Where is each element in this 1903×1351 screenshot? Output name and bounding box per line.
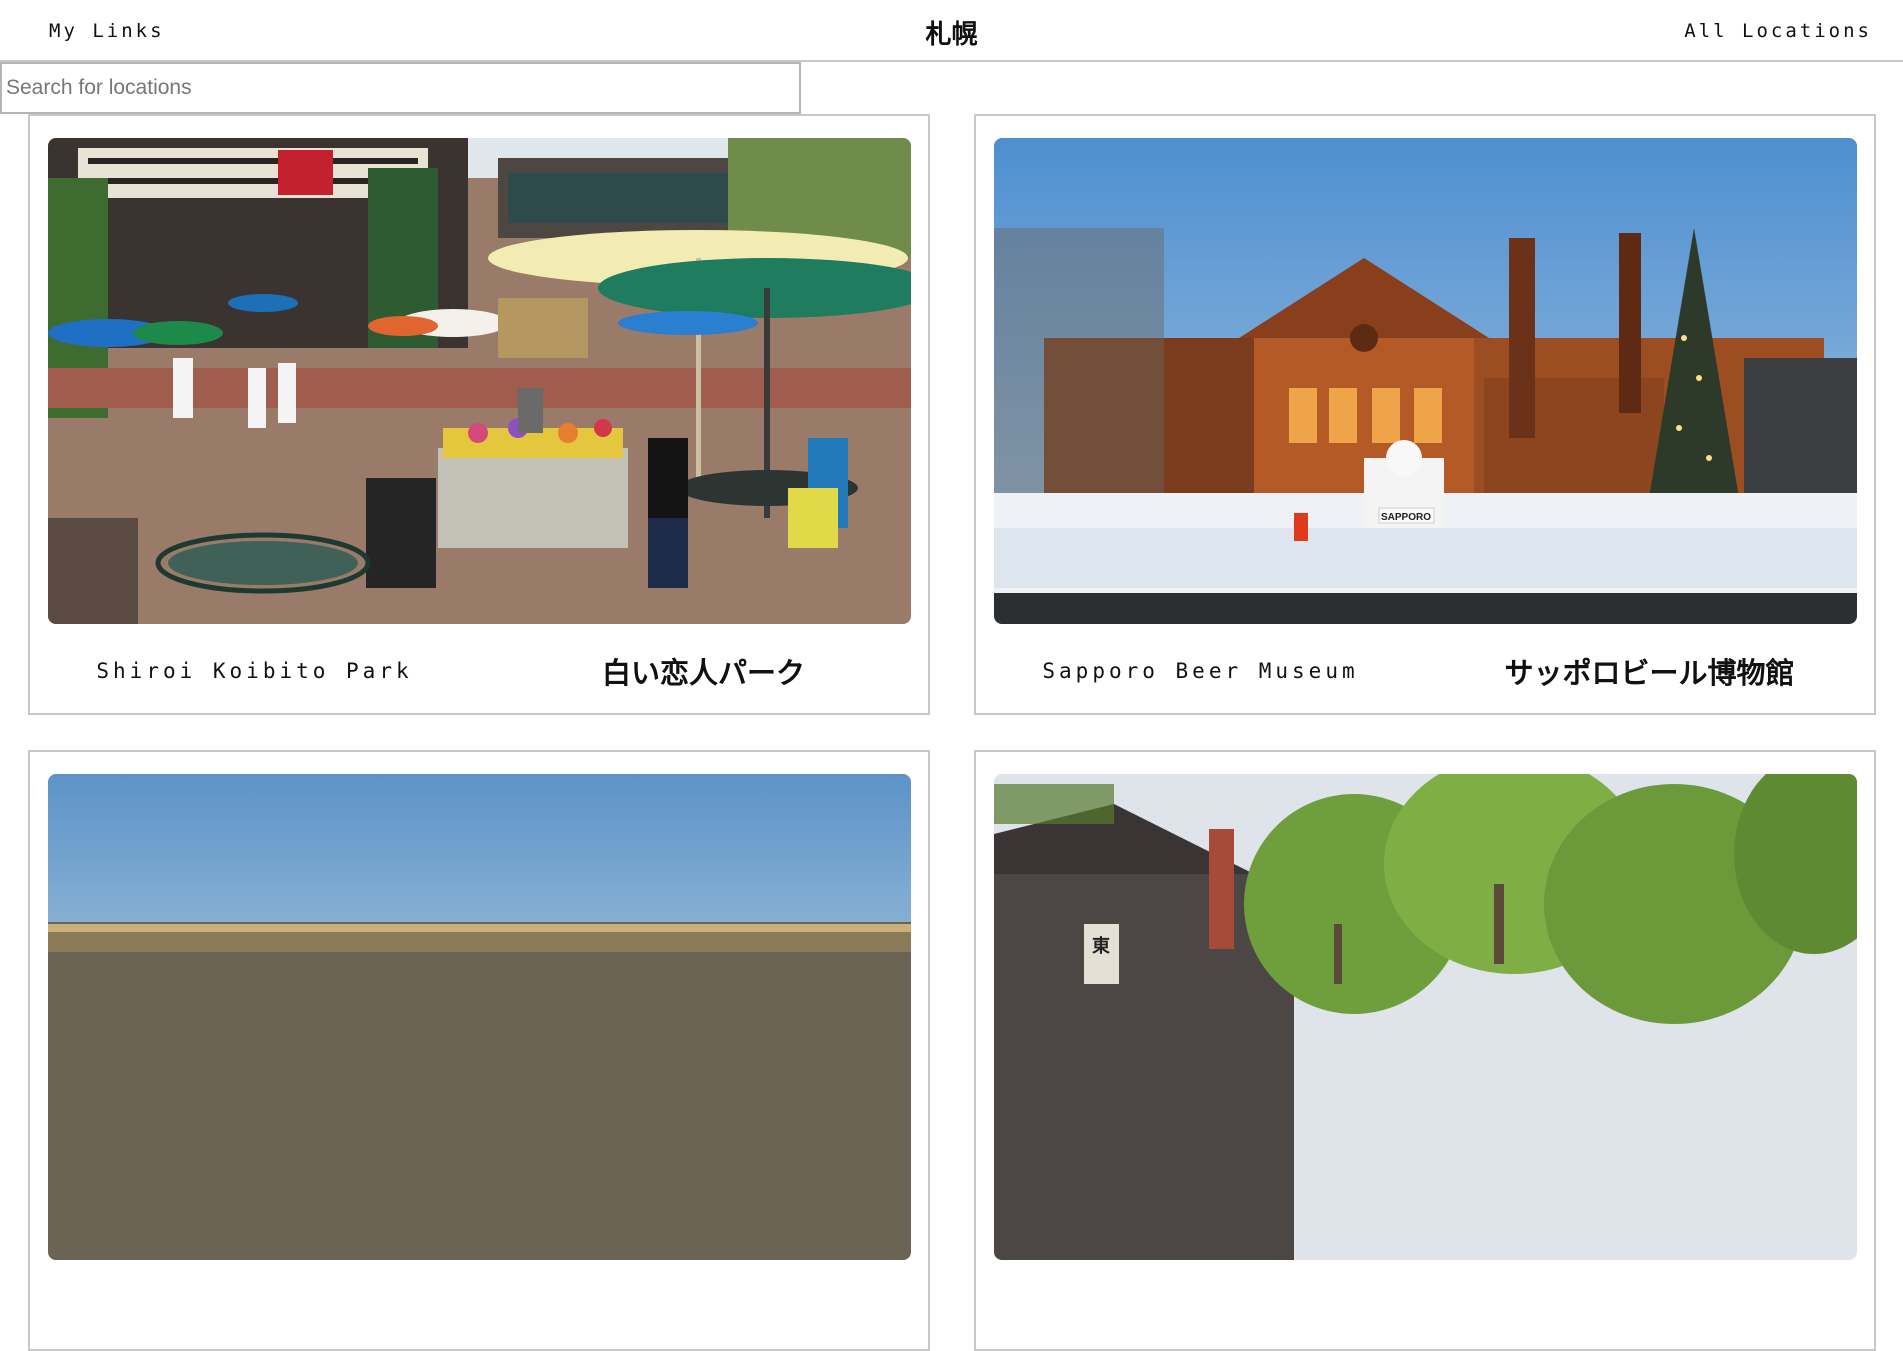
sign-character: 東 (1092, 935, 1110, 957)
brick-museum-snow-photo: SAPPORO (994, 138, 1857, 624)
search-input[interactable] (0, 62, 801, 114)
location-card-4[interactable]: 東 (974, 750, 1876, 1351)
all-locations-link[interactable]: All Locations (1684, 20, 1872, 42)
page-title: 札幌 (925, 20, 978, 50)
location-card-sapporo-beer-museum[interactable]: SAPPORO Sapporo Beer Museum サッポロビール博物館 (974, 114, 1876, 715)
location-name-ja: 白い恋人パーク (601, 656, 805, 690)
historic-village-photo: 東 (994, 774, 1857, 1260)
location-card-3[interactable] (28, 750, 930, 1351)
location-caption: Shiroi Koibito Park 白い恋人パーク (30, 646, 928, 696)
plaza-cafe-photo (48, 138, 911, 624)
top-navigation-bar: My Links 札幌 All Locations (0, 0, 1903, 62)
sapporo-sign-text: SAPPORO (1381, 512, 1431, 523)
location-card-shiroi-koibito-park[interactable]: Shiroi Koibito Park 白い恋人パーク (28, 114, 930, 715)
search-bar (0, 62, 801, 114)
location-caption (976, 1282, 1874, 1332)
location-caption (30, 1282, 928, 1332)
city-night-view-photo (48, 774, 911, 1260)
location-caption: Sapporo Beer Museum サッポロビール博物館 (976, 646, 1874, 696)
location-name-ja: サッポロビール博物館 (1504, 656, 1795, 690)
location-name-en: Sapporo Beer Museum (1042, 659, 1359, 683)
location-name-en: Shiroi Koibito Park (96, 659, 413, 683)
